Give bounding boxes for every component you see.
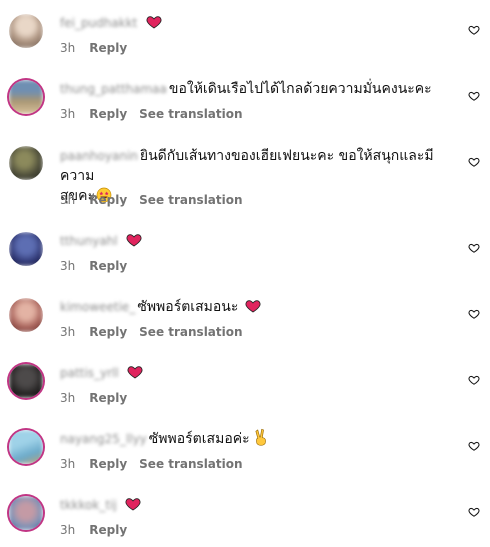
heart-outline-icon[interactable] (468, 156, 480, 168)
username[interactable]: kimoweetie_ (60, 296, 135, 318)
reply-button[interactable]: Reply (89, 259, 127, 273)
see-translation-button[interactable]: See translation (139, 325, 242, 339)
avatar[interactable] (9, 430, 43, 464)
reply-button[interactable]: Reply (89, 391, 127, 405)
comment-text: ซัพพอร์ตเสมอค่ะ (148, 431, 250, 447)
red-heart-emoji (126, 234, 142, 247)
username[interactable]: pattis_yrll (60, 362, 119, 384)
timestamp: 3h (60, 391, 76, 405)
username[interactable]: fei_pudhakkt (60, 12, 137, 34)
reply-button[interactable]: Reply (89, 193, 127, 207)
timestamp: 3h (60, 325, 76, 339)
red-heart-emoji (125, 498, 141, 511)
avatar[interactable] (9, 232, 43, 266)
reply-button[interactable]: Reply (89, 107, 127, 121)
see-translation-button[interactable]: See translation (139, 457, 242, 471)
avatar[interactable] (9, 80, 43, 114)
timestamp: 3h (60, 523, 76, 537)
avatar[interactable] (9, 364, 43, 398)
username[interactable]: tthunyahl (60, 230, 118, 252)
reply-button[interactable]: Reply (89, 325, 127, 339)
heart-outline-icon[interactable] (468, 308, 480, 320)
username[interactable]: nayang25_llyy (60, 428, 147, 450)
timestamp: 3h (60, 259, 76, 273)
username[interactable]: tkkkok_tij (60, 494, 117, 516)
reply-button[interactable]: Reply (89, 523, 127, 537)
timestamp: 3h (60, 41, 76, 55)
comment-text: ขอให้เดินเรือไปได้ไกลด้วยความมั่นคงนะคะ (168, 81, 432, 97)
comment-meta: 3h Reply See translation (60, 192, 255, 208)
avatar[interactable] (9, 146, 43, 180)
see-translation-button[interactable]: See translation (139, 193, 242, 207)
comment-meta: 3h Reply See translation (60, 324, 255, 340)
reply-button[interactable]: Reply (89, 457, 127, 471)
comment-meta: 3h Reply See translation (60, 456, 255, 472)
heart-outline-icon[interactable] (468, 374, 480, 386)
comment-meta: 3h Reply (60, 522, 139, 538)
victory-hand-emoji (255, 428, 266, 446)
avatar[interactable] (9, 496, 43, 530)
heart-outline-icon[interactable] (468, 24, 480, 36)
heart-outline-icon[interactable] (468, 242, 480, 254)
heart-outline-icon[interactable] (468, 440, 480, 452)
red-heart-emoji (146, 16, 162, 29)
reply-button[interactable]: Reply (89, 41, 127, 55)
comment-meta: 3h Reply (60, 40, 139, 56)
timestamp: 3h (60, 457, 76, 471)
red-heart-emoji (245, 300, 261, 313)
timestamp: 3h (60, 193, 76, 207)
heart-outline-icon[interactable] (468, 90, 480, 102)
comment-meta: 3h Reply (60, 258, 139, 274)
comment-meta: 3h Reply (60, 390, 139, 406)
avatar[interactable] (9, 14, 43, 48)
comment-text: ซัพพอร์ตเสมอนะ (137, 299, 239, 315)
see-translation-button[interactable]: See translation (139, 107, 242, 121)
heart-outline-icon[interactable] (468, 506, 480, 518)
red-heart-emoji (127, 366, 143, 379)
comment-meta: 3h Reply See translation (60, 106, 255, 122)
timestamp: 3h (60, 107, 76, 121)
username[interactable]: thung_patthamaa (60, 78, 167, 100)
avatar[interactable] (9, 298, 43, 332)
username[interactable]: paanhoyanin (60, 146, 138, 166)
